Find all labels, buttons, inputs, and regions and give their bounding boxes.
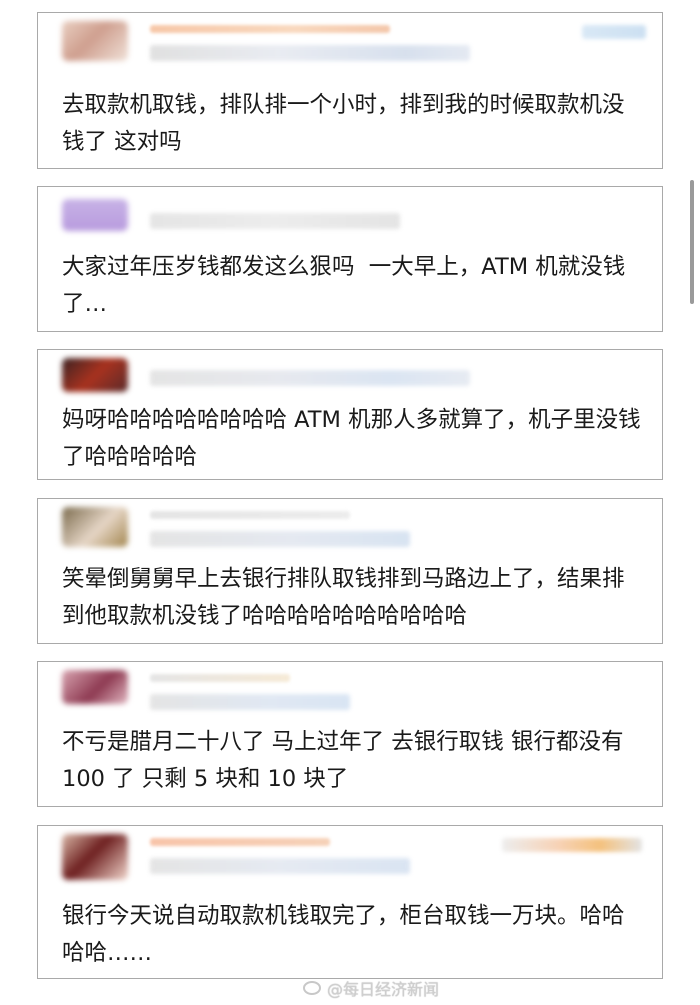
comment-header xyxy=(62,195,650,243)
comment-card[interactable]: 妈呀哈哈哈哈哈哈哈哈 ATM 机那人多就算了，机子里没钱了哈哈哈哈哈 xyxy=(37,349,663,480)
weibo-logo-icon xyxy=(303,981,321,995)
badge-blurred xyxy=(582,25,646,39)
meta-blurred xyxy=(150,531,410,547)
avatar[interactable] xyxy=(62,670,128,704)
meta-blurred xyxy=(150,370,470,386)
comment-text: 笑晕倒舅舅早上去银行排队取钱排到马路边上了，结果排到他取款机没钱了哈哈哈哈哈哈哈… xyxy=(62,566,625,629)
username-blurred[interactable] xyxy=(150,511,350,519)
scrollbar-thumb[interactable] xyxy=(690,180,694,304)
username-blurred[interactable] xyxy=(150,674,290,682)
comment-text: 妈呀哈哈哈哈哈哈哈哈 ATM 机那人多就算了，机子里没钱了哈哈哈哈哈 xyxy=(62,407,641,470)
avatar[interactable] xyxy=(62,834,128,880)
comment-header xyxy=(62,670,650,718)
comment-card[interactable]: 不亏是腊月二十八了 马上过年了 去银行取钱 银行都没有 100 了 只剩 5 块… xyxy=(37,661,663,807)
meta-blurred xyxy=(150,213,400,229)
comment-header xyxy=(62,507,650,555)
watermark-text: @每日经济新闻 xyxy=(327,980,440,999)
comment-text: 不亏是腊月二十八了 马上过年了 去银行取钱 银行都没有 100 了 只剩 5 块… xyxy=(62,729,631,792)
avatar[interactable] xyxy=(62,21,128,61)
comment-card[interactable]: 大家过年压岁钱都发这么狠吗 一大早上，ATM 机就没钱了… xyxy=(37,186,663,332)
comment-card[interactable]: 银行今天说自动取款机钱取完了，柜台取钱一万块。哈哈哈哈…… xyxy=(37,825,663,979)
meta-blurred xyxy=(150,45,470,61)
comment-card[interactable]: 去取款机取钱，排队排一个小时，排到我的时候取款机没钱了 这对吗 xyxy=(37,12,663,169)
watermark: @每日经济新闻 xyxy=(303,976,439,1000)
badge-blurred xyxy=(502,838,642,852)
avatar[interactable] xyxy=(62,199,128,231)
comment-header xyxy=(62,21,650,69)
comment-text: 大家过年压岁钱都发这么狠吗 一大早上，ATM 机就没钱了… xyxy=(62,254,626,317)
username-blurred[interactable] xyxy=(150,838,330,846)
meta-blurred xyxy=(150,858,410,874)
comment-card[interactable]: 笑晕倒舅舅早上去银行排队取钱排到马路边上了，结果排到他取款机没钱了哈哈哈哈哈哈哈… xyxy=(37,498,663,644)
comment-text: 银行今天说自动取款机钱取完了，柜台取钱一万块。哈哈哈哈…… xyxy=(62,903,625,966)
avatar[interactable] xyxy=(62,507,128,547)
comment-text: 去取款机取钱，排队排一个小时，排到我的时候取款机没钱了 这对吗 xyxy=(62,92,625,155)
comment-header xyxy=(62,834,650,882)
username-blurred[interactable] xyxy=(150,25,390,33)
avatar[interactable] xyxy=(62,358,128,392)
meta-blurred xyxy=(150,694,350,710)
comment-header xyxy=(62,358,650,406)
